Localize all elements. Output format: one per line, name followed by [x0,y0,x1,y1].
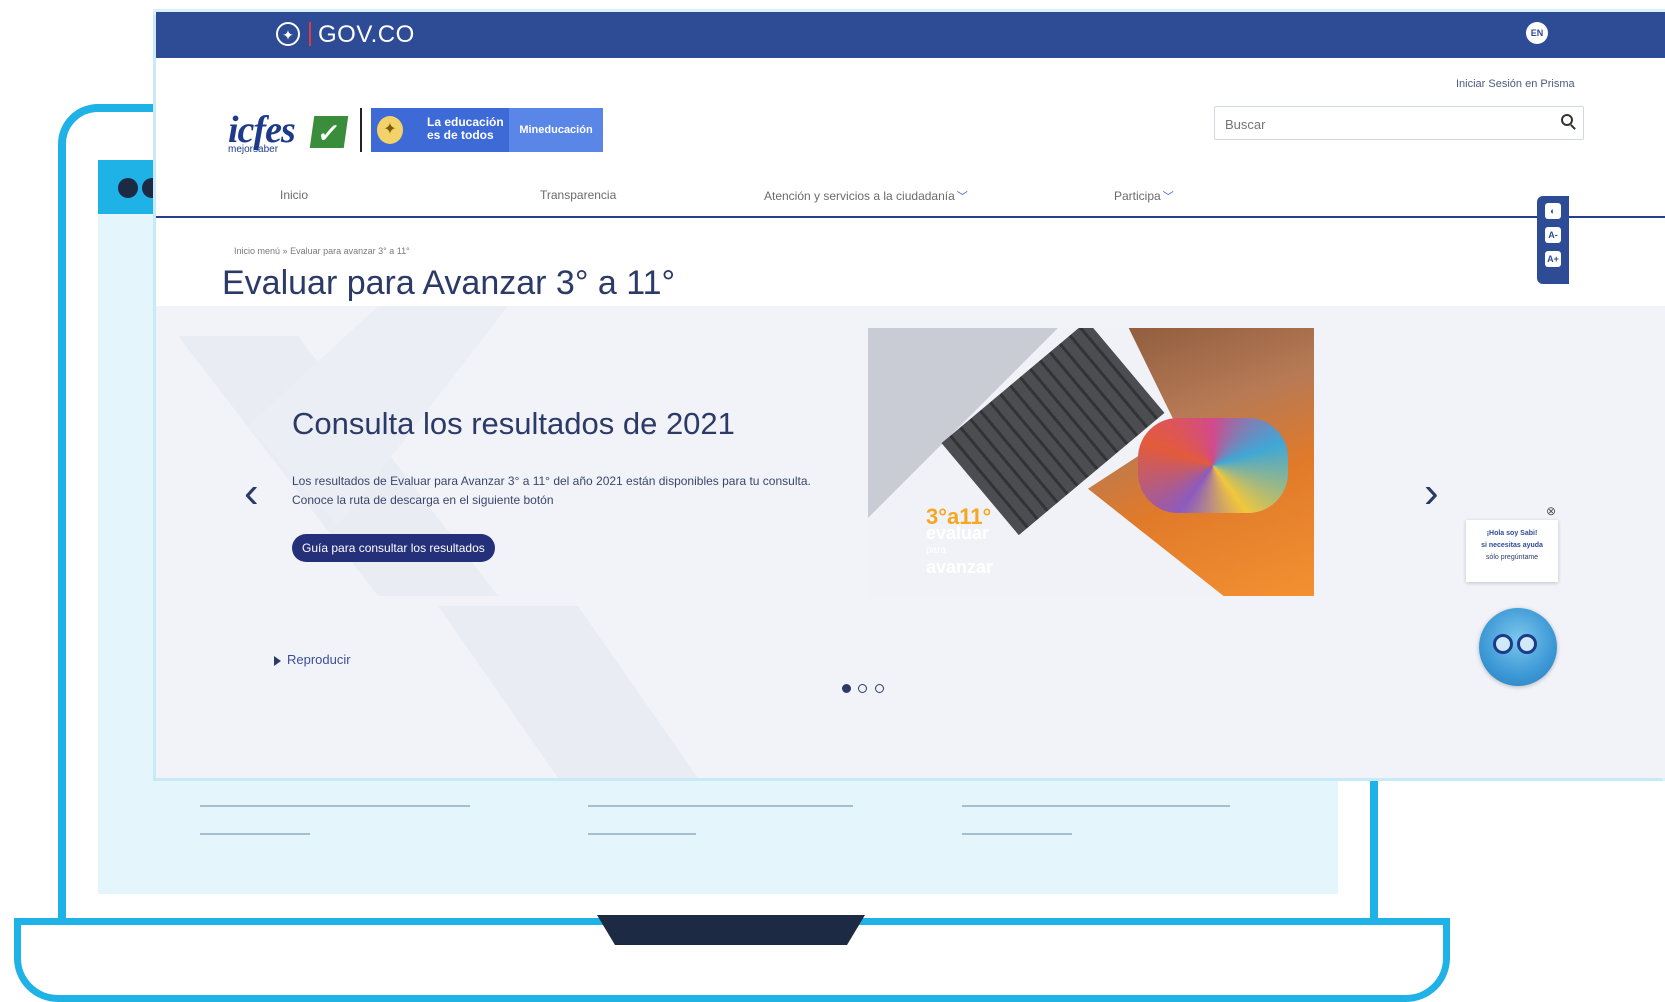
placeholder-line [200,833,310,835]
chat-bubble[interactable]: ¡Hola soy Sabi! si necesitas ayuda sólo … [1466,520,1558,582]
face-mask-image [1138,418,1288,513]
accessibility-toolbar: ◐ A- A+ [1537,196,1569,284]
image-logo-text: avanzar [926,557,994,577]
chevron-down-icon: ﹀ [1162,191,1174,203]
chevron-down-icon: ﹀ [956,191,968,203]
hero-image: 3°a11° evaluar para avanzar [868,328,1314,596]
chat-greeting: ¡Hola soy Sabi! [1486,530,1538,537]
image-logo-text: evaluar [926,523,990,543]
nav-item-label: Participa [1114,189,1161,203]
placeholder-line [962,833,1072,835]
contrast-icon[interactable]: ◐ [1545,203,1561,219]
search-box [1214,106,1584,140]
carousel-dot-active[interactable] [842,684,851,693]
carousel-dot[interactable] [858,684,868,693]
chat-help-text: si necesitas ayuda [1481,542,1543,549]
play-button[interactable]: Reproducir [274,652,351,667]
search-input[interactable] [1223,112,1527,136]
nav-item-atencion[interactable]: Atención y servicios a la ciudadanía ﹀ [764,188,968,204]
main-nav: Inicio Transparencia Atención y servicio… [156,188,1665,377]
carousel-dots [842,680,887,698]
nav-item-participa[interactable]: Participa ﹀ [1114,188,1174,204]
font-decrease-icon[interactable]: A- [1545,227,1561,243]
language-button[interactable]: EN [1526,22,1548,44]
placeholder-line [962,805,1230,807]
breadcrumb-root[interactable]: Inicio menú [234,246,280,256]
hero-description-line: Los resultados de Evaluar para Avanzar 3… [292,474,811,488]
carousel-dot[interactable] [874,684,884,693]
website-window: ✦ GOV.CO EN icfes mejorsaber ✓ ✦ La educ… [156,12,1665,778]
nav-item-transparencia[interactable]: Transparencia [540,188,616,202]
evaluar-para-avanzar-logo: 3°a11° evaluar para avanzar [926,506,994,577]
placeholder-line [588,805,853,807]
gov-top-bar: ✦ GOV.CO EN [156,12,1665,58]
colombia-seal-icon: ✦ [377,116,403,144]
icfes-logo[interactable]: icfes mejorsaber ✓ [228,108,349,155]
nav-item-label: Atención y servicios a la ciudadanía [764,189,955,203]
play-label: Reproducir [287,652,351,667]
page-title: Evaluar para Avanzar 3° a 11° [222,264,676,302]
nav-item-label: Inicio [280,188,309,202]
hero-description: Los resultados de Evaluar para Avanzar 3… [292,472,892,510]
nav-item-label: Transparencia [540,188,617,202]
mineducacion-name: Mineducación [509,108,603,152]
colombia-seal-icon: ✦ [276,22,300,46]
icfes-tagline: mejorsaber [228,144,279,155]
hero-title: Consulta los resultados de 2021 [292,406,735,441]
owl-eyes-icon [1493,634,1543,656]
breadcrumb-separator: » [282,246,288,256]
chatbot-avatar[interactable] [1479,608,1557,686]
gov-brand[interactable]: GOV.CO [318,21,415,49]
search-icon[interactable] [1561,114,1573,126]
chat-close-icon[interactable]: ⊗ [1546,504,1556,518]
laptop-notch [597,915,865,945]
gov-separator [309,22,311,46]
carousel-next-arrow[interactable]: › [1424,468,1439,518]
login-prisma-link[interactable]: Iniciar Sesión en Prisma [1456,78,1575,90]
chat-ask-text: sólo pregúntame [1485,554,1539,561]
play-icon [274,655,281,666]
check-mark-icon: ✓ [309,116,349,148]
logo-separator [360,108,362,152]
mineducacion-logo[interactable]: ✦ La educación es de todos Mineducación [371,108,603,152]
nav-item-inicio[interactable]: Inicio [280,188,308,202]
hero-description-line: Conoce la ruta de descarga en el siguien… [292,493,554,507]
results-guide-button[interactable]: Guía para consultar los resultados [292,534,495,562]
window-dot [118,178,138,198]
placeholder-line [588,833,696,835]
font-increase-icon[interactable]: A+ [1545,251,1561,267]
mineducacion-slogan: La educación es de todos [427,115,504,142]
mineducacion-slogan-box: ✦ La educación es de todos [371,108,509,152]
breadcrumb-current: Evaluar para avanzar 3° a 11° [290,246,410,256]
nav-underline [156,216,1665,218]
placeholder-line [200,805,470,807]
carousel-prev-arrow[interactable]: ‹ [244,468,259,518]
breadcrumb: Inicio menú » Evaluar para avanzar 3° a … [234,246,410,256]
